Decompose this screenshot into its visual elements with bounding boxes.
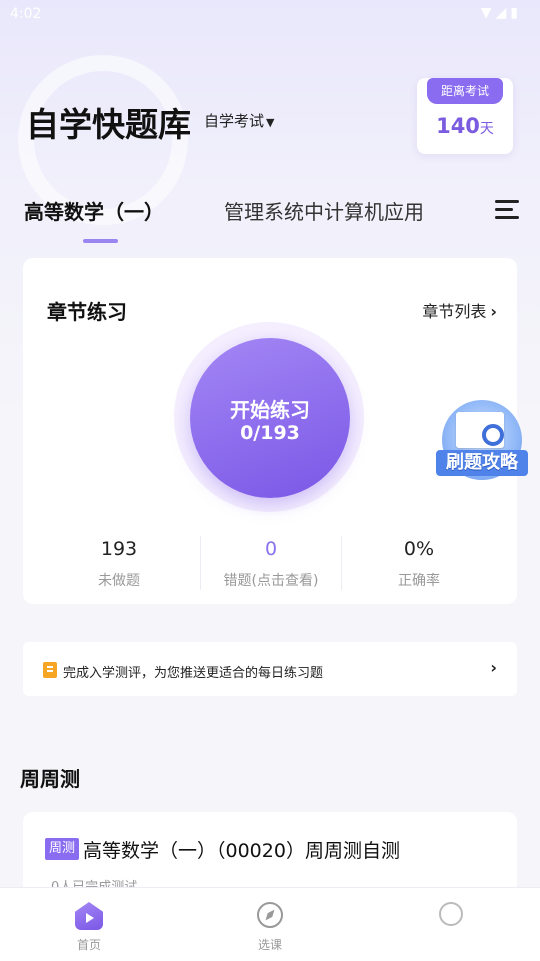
weekly-quiz-title: 高等数学（一）（00020）周周测自测 (83, 840, 400, 862)
nav-home[interactable]: 首页 (44, 902, 134, 953)
card-title: 章节练习 (47, 300, 127, 324)
nav-courses[interactable]: 选课 (225, 902, 315, 953)
stat-accuracy-value: 0% (403, 538, 435, 560)
chevron-right-icon: › (490, 302, 497, 321)
status-icons: ▼◢▮ (480, 5, 522, 21)
stat-wrong-label: 错题(点击查看) (223, 573, 319, 589)
search-icon (439, 902, 463, 926)
caret-down-icon: ▼ (266, 116, 275, 129)
stat-undone-value: 193 (100, 538, 138, 560)
countdown-unit: 天 (479, 121, 494, 137)
stat-accuracy-label: 正确率 (398, 573, 440, 589)
nav-home-label: 首页 (76, 938, 101, 952)
countdown-days: 140天 (417, 114, 513, 138)
study-guide-label: 刷题攻略 (436, 450, 528, 476)
home-play-icon (75, 902, 103, 930)
status-time: 4:02 (10, 6, 42, 22)
menu-icon[interactable] (495, 200, 519, 220)
status-bar: 4:02 ▼◢▮ (0, 0, 540, 30)
exam-countdown: 距离考试 140天 (417, 78, 513, 154)
countdown-number: 140 (436, 114, 480, 138)
weekly-badge: 周测 (45, 838, 79, 860)
exam-type-dropdown[interactable]: 自学考试 ▼ (204, 110, 274, 131)
stat-undone: 193 未做题 (39, 538, 199, 590)
nav-courses-label: 选课 (257, 938, 282, 952)
chapter-list-link[interactable]: 章节列表 › (422, 298, 497, 322)
notice-icon (43, 662, 57, 678)
chevron-right-icon: › (490, 658, 497, 677)
start-label: 开始练习 (230, 398, 310, 422)
stat-accuracy: 0% 正确率 (339, 538, 499, 590)
progress-count: 0/193 (240, 422, 300, 444)
notice-text: 完成入学测评，为您推送更适合的每日练习题 (63, 666, 324, 681)
stat-undone-label: 未做题 (98, 573, 140, 589)
magnifier-icon (482, 424, 504, 446)
tab-advanced-math[interactable]: 高等数学（一） (24, 196, 164, 225)
stat-wrong-value: 0 (264, 538, 278, 560)
tab-management-systems[interactable]: 管理系统中计算机应用 (224, 196, 424, 225)
nav-third[interactable] (406, 902, 496, 936)
app-title: 自学快题库 (26, 105, 191, 144)
bottom-nav: 首页 选课 (0, 887, 540, 961)
assessment-notice[interactable]: 完成入学测评，为您推送更适合的每日练习题 › (23, 642, 517, 696)
section-title-weekly: 周周测 (20, 767, 80, 791)
exam-type-label: 自学考试 (204, 112, 265, 130)
chapter-list-label: 章节列表 (422, 302, 487, 321)
tab-active-indicator (83, 239, 118, 243)
start-practice-button[interactable]: 开始练习 0/193 (190, 338, 350, 498)
stat-wrong-questions[interactable]: 0 错题(点击查看) (191, 538, 351, 590)
compass-icon (257, 902, 283, 928)
study-guide-badge[interactable]: 刷题攻略 (436, 400, 528, 488)
countdown-tag: 距离考试 (427, 78, 503, 104)
